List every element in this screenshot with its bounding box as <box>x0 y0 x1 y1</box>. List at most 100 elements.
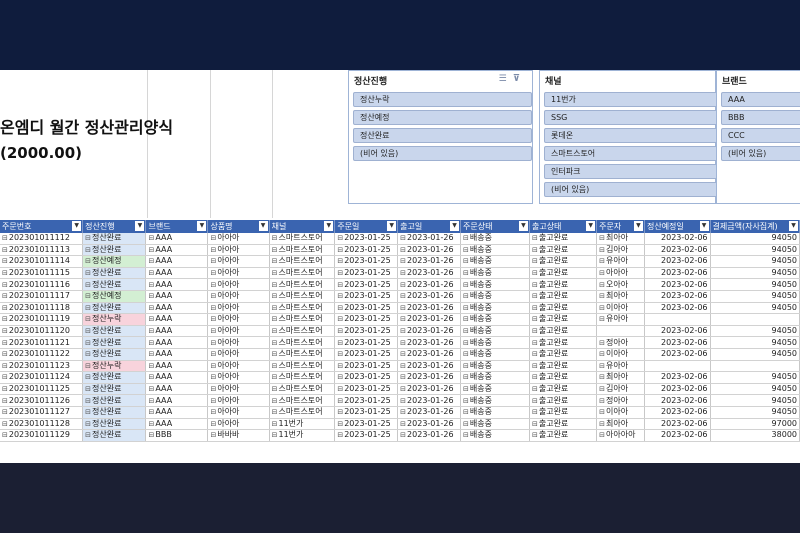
collapse-icon[interactable]: ⊟ <box>400 408 406 416</box>
table-cell[interactable]: ⊟스마트스토어 <box>269 336 336 349</box>
collapse-icon[interactable]: ⊟ <box>2 408 8 416</box>
table-cell[interactable]: ⊟정산완료 <box>82 325 147 338</box>
collapse-icon[interactable]: ⊟ <box>532 350 538 358</box>
collapse-icon[interactable]: ⊟ <box>210 373 216 381</box>
collapse-icon[interactable]: ⊟ <box>210 397 216 405</box>
table-cell[interactable]: ⊟AAA <box>145 348 209 361</box>
collapse-icon[interactable]: ⊟ <box>337 339 343 347</box>
collapse-icon[interactable]: ⊟ <box>337 420 343 428</box>
collapse-icon[interactable]: ⊟ <box>532 385 538 393</box>
table-cell[interactable]: ⊟스마트스토어 <box>269 267 336 280</box>
table-row[interactable]: ⊟202301011120 ⊟정산완료 ⊟AAA ⊟아아아 ⊟스마트스토어 ⊟2023-0… <box>0 325 800 338</box>
table-cell[interactable]: ⊟아아아 <box>207 255 270 268</box>
table-cell[interactable]: ⊟2023-01-25 <box>334 302 399 315</box>
table-cell[interactable]: ⊟정산완료 <box>82 406 147 419</box>
table-cell[interactable]: ⊟스마트스토어 <box>269 313 336 326</box>
slicer-item[interactable]: 정산예정 <box>353 110 532 125</box>
table-cell[interactable]: ⊟2023-01-26 <box>397 383 462 396</box>
collapse-icon[interactable]: ⊟ <box>85 397 91 405</box>
collapse-icon[interactable]: ⊟ <box>337 373 343 381</box>
collapse-icon[interactable]: ⊟ <box>400 234 406 242</box>
collapse-icon[interactable]: ⊟ <box>599 385 605 393</box>
collapse-icon[interactable]: ⊟ <box>272 362 278 370</box>
slicer-item[interactable]: CCC <box>721 128 800 143</box>
collapse-icon[interactable]: ⊟ <box>463 269 469 277</box>
table-cell[interactable]: 94050 <box>710 290 800 303</box>
collapse-icon[interactable]: ⊟ <box>337 304 343 312</box>
collapse-icon[interactable]: ⊟ <box>532 339 538 347</box>
collapse-icon[interactable]: ⊟ <box>532 362 538 370</box>
table-cell[interactable]: ⊟BBB <box>145 429 209 442</box>
table-cell[interactable]: ⊟2023-01-26 <box>397 371 462 384</box>
table-cell[interactable]: ⊟아아아아 <box>596 429 645 442</box>
table-cell[interactable]: 2023-02-06 <box>644 233 711 245</box>
collapse-icon[interactable]: ⊟ <box>85 257 91 265</box>
table-cell[interactable]: ⊟배송중 <box>460 255 530 268</box>
table-cell[interactable]: ⊟202301011129 <box>0 429 84 442</box>
table-cell[interactable]: 2023-02-06 <box>644 302 711 315</box>
table-cell[interactable]: ⊟배송중 <box>460 371 530 384</box>
column-header[interactable]: 브랜드 ▼ <box>145 220 209 233</box>
collapse-icon[interactable]: ⊟ <box>532 420 538 428</box>
collapse-icon[interactable]: ⊟ <box>463 385 469 393</box>
filter-dropdown-icon[interactable]: ▼ <box>633 221 643 231</box>
collapse-icon[interactable]: ⊟ <box>148 292 154 300</box>
collapse-icon[interactable]: ⊟ <box>210 304 216 312</box>
table-row[interactable]: ⊟202301011116 ⊟정산완료 ⊟AAA ⊟아아아 ⊟스마트스토어 ⊟2023-0… <box>0 278 800 291</box>
slicer-brand[interactable]: 브랜드 AAA BBB CCC (비어 있음) <box>716 70 800 204</box>
table-cell[interactable]: 94050 <box>710 244 800 257</box>
collapse-icon[interactable]: ⊟ <box>400 431 406 439</box>
table-cell[interactable]: ⊟아아아 <box>596 267 645 280</box>
collapse-icon[interactable]: ⊟ <box>2 373 8 381</box>
filter-dropdown-icon[interactable]: ▼ <box>197 221 207 231</box>
collapse-icon[interactable]: ⊟ <box>463 397 469 405</box>
table-cell[interactable]: ⊟스마트스토어 <box>269 278 336 291</box>
collapse-icon[interactable]: ⊟ <box>337 292 343 300</box>
table-cell[interactable]: ⊟배송중 <box>460 348 530 361</box>
table-cell[interactable]: ⊟배송중 <box>460 394 530 407</box>
table-cell[interactable]: ⊟이아아 <box>596 348 645 361</box>
collapse-icon[interactable]: ⊟ <box>463 339 469 347</box>
collapse-icon[interactable]: ⊟ <box>532 257 538 265</box>
table-cell[interactable]: ⊟아아아 <box>207 244 270 257</box>
table-cell[interactable] <box>596 325 645 338</box>
collapse-icon[interactable]: ⊟ <box>400 397 406 405</box>
collapse-icon[interactable]: ⊟ <box>337 362 343 370</box>
table-cell[interactable]: 94050 <box>710 233 800 245</box>
collapse-icon[interactable]: ⊟ <box>337 234 343 242</box>
collapse-icon[interactable]: ⊟ <box>599 315 605 323</box>
table-cell[interactable]: 94050 <box>710 278 800 291</box>
table-row[interactable]: ⊟202301011123 ⊟정산누락 ⊟AAA ⊟아아아 ⊟스마트스토어 ⊟2023-0… <box>0 360 800 373</box>
table-cell[interactable]: ⊟스마트스토어 <box>269 371 336 384</box>
column-header[interactable]: 정산진행 ▼ <box>82 220 147 233</box>
filter-dropdown-icon[interactable]: ▼ <box>324 221 334 231</box>
table-cell[interactable]: ⊟정산완료 <box>82 336 147 349</box>
collapse-icon[interactable]: ⊟ <box>599 304 605 312</box>
table-cell[interactable]: ⊟스마트스토어 <box>269 255 336 268</box>
column-header[interactable]: 정산예정일 ▼ <box>644 220 711 233</box>
table-row[interactable]: ⊟202301011127 ⊟정산완료 ⊟AAA ⊟아아아 ⊟스마트스토어 ⊟2023-0… <box>0 406 800 419</box>
collapse-icon[interactable]: ⊟ <box>210 327 216 335</box>
table-cell[interactable]: ⊟정산완료 <box>82 244 147 257</box>
table-cell[interactable]: ⊟최아아 <box>596 233 645 245</box>
table-cell[interactable]: ⊟2023-01-25 <box>334 371 399 384</box>
table-cell[interactable]: ⊟AAA <box>145 336 209 349</box>
table-cell[interactable]: ⊟2023-01-25 <box>334 313 399 326</box>
table-cell[interactable]: ⊟출고완료 <box>529 360 598 373</box>
table-cell[interactable]: ⊟스마트스토어 <box>269 394 336 407</box>
table-cell[interactable]: 97000 <box>710 418 800 431</box>
collapse-icon[interactable]: ⊟ <box>272 281 278 289</box>
collapse-icon[interactable]: ⊟ <box>532 431 538 439</box>
collapse-icon[interactable]: ⊟ <box>85 362 91 370</box>
collapse-icon[interactable]: ⊟ <box>2 234 8 242</box>
filter-dropdown-icon[interactable]: ▼ <box>699 221 709 231</box>
table-cell[interactable]: ⊟아아아 <box>207 233 270 245</box>
table-cell[interactable]: ⊟스마트스토어 <box>269 244 336 257</box>
table-cell[interactable] <box>710 360 800 373</box>
collapse-icon[interactable]: ⊟ <box>148 304 154 312</box>
slicer-item[interactable]: (비어 있음) <box>721 146 800 161</box>
table-cell[interactable]: ⊟정산완료 <box>82 348 147 361</box>
collapse-icon[interactable]: ⊟ <box>272 397 278 405</box>
collapse-icon[interactable]: ⊟ <box>337 397 343 405</box>
collapse-icon[interactable]: ⊟ <box>463 362 469 370</box>
